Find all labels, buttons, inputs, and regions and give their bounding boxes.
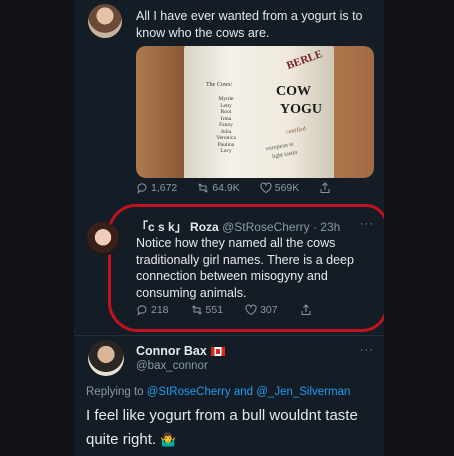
- reply-count: 1,672: [151, 182, 178, 194]
- twitter-thread-screen: All I have ever wanted from a yogurt is …: [74, 0, 384, 456]
- reply-button[interactable]: 218: [136, 304, 169, 316]
- cows-list: Myrtle Letty Root Irma Fanny Julia Veron…: [206, 96, 246, 155]
- mention-link[interactable]: @StRoseCherry: [147, 386, 231, 398]
- share-button[interactable]: [300, 304, 312, 316]
- reply-icon: [137, 305, 147, 316]
- like-count: 569K: [274, 182, 300, 194]
- tweet-text: Notice how they named all the cows tradi…: [136, 236, 354, 300]
- share-icon: [301, 304, 311, 315]
- display-name[interactable]: Connor Bax: [136, 344, 225, 358]
- retweet-count: 551: [205, 304, 224, 316]
- retweet-count: 64.9K: [212, 182, 240, 194]
- avatar[interactable]: [88, 340, 124, 376]
- retweet-icon: [191, 305, 202, 315]
- cow-name: Lucy: [220, 148, 232, 154]
- more-options-icon[interactable]: ···: [360, 344, 374, 356]
- mention-link[interactable]: @_Jen_Silverman: [256, 386, 350, 398]
- tweet-text: I feel like yogurt from a bull wouldnt t…: [86, 404, 376, 452]
- tweet-header: 「c s k」 Roza @StRoseCherry · 23h: [136, 220, 341, 234]
- cows-title: The Cows:: [206, 82, 233, 88]
- retweet-button[interactable]: 551: [191, 304, 224, 316]
- retweet-button[interactable]: 64.9K: [197, 182, 240, 194]
- avatar[interactable]: [88, 4, 122, 38]
- shrug-emoji-icon: 🤷‍♂️: [160, 432, 177, 447]
- tweet-text-body: I feel like yogurt from a bull wouldnt t…: [86, 407, 358, 448]
- reply-icon: [137, 183, 147, 194]
- yogurt-photo[interactable]: The Cows: Myrtle Letty Root Irma Fanny J…: [136, 46, 374, 178]
- replying-and: and: [233, 386, 254, 398]
- retweet-icon: [198, 183, 209, 193]
- tweet-text: All I have ever wanted from a yogurt is …: [136, 9, 363, 40]
- more-options-icon[interactable]: ···: [360, 218, 374, 230]
- heart-icon: [260, 182, 272, 194]
- share-icon: [320, 182, 330, 193]
- user-handle[interactable]: @StRoseCherry: [222, 220, 310, 234]
- product-label-line1: COW: [276, 84, 311, 99]
- canada-flag-icon: [210, 347, 225, 357]
- replying-prefix: Replying to: [86, 386, 144, 398]
- heart-icon: [245, 304, 257, 316]
- share-button[interactable]: [319, 182, 331, 194]
- display-name-text: Connor Bax: [136, 344, 207, 358]
- reply-button[interactable]: 1,672: [136, 182, 177, 194]
- like-button[interactable]: 307: [245, 304, 278, 316]
- name-prefix: 「c s k」: [136, 220, 187, 234]
- product-label-line2: YOGU: [280, 102, 322, 117]
- divider: [74, 335, 384, 336]
- avatar[interactable]: [86, 222, 120, 256]
- reply-count: 218: [151, 304, 169, 316]
- tweet-time[interactable]: 23h: [320, 220, 340, 234]
- display-name[interactable]: Roza: [190, 220, 219, 234]
- tweet-actions: 218 551 307: [136, 304, 376, 316]
- replying-to: Replying to @StRoseCherry and @_Jen_Silv…: [86, 386, 350, 398]
- user-handle[interactable]: @bax_connor: [136, 360, 208, 372]
- like-button[interactable]: 569K: [260, 182, 300, 194]
- tweet-actions: 1,672 64.9K 569K: [136, 182, 376, 194]
- like-count: 307: [260, 304, 278, 316]
